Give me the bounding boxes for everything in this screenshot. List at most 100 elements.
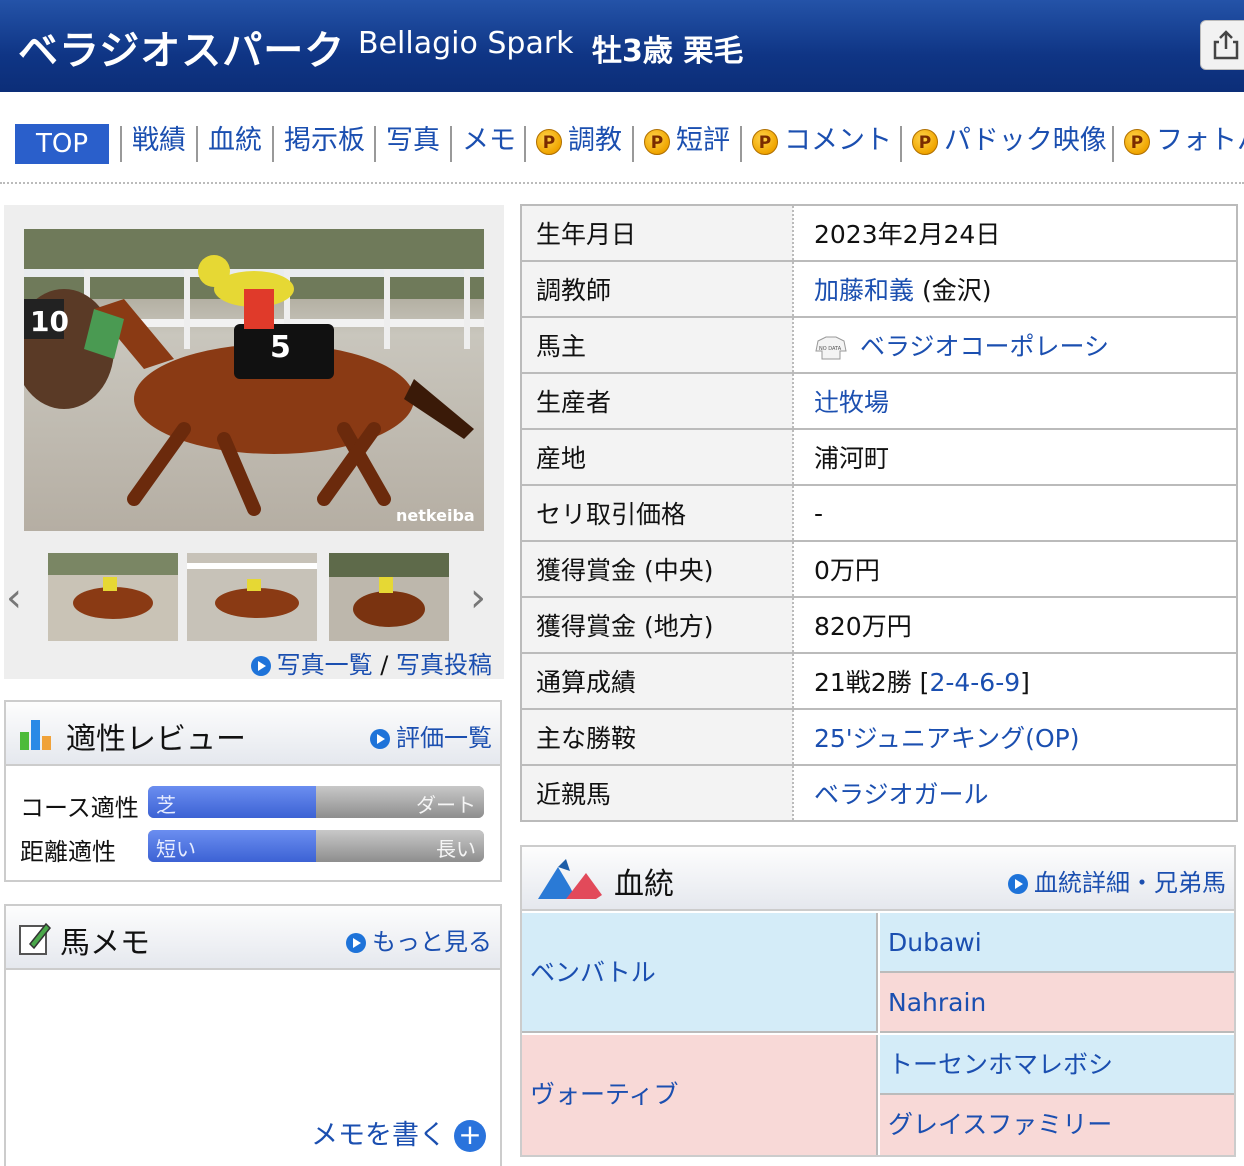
dam-name: ヴォーティブ	[530, 1080, 679, 1109]
tab-separator	[900, 126, 902, 162]
tab-label: パドック映像	[944, 125, 1107, 156]
tab-pedigree[interactable]: 血統	[208, 118, 262, 164]
horse-name: ベラジオスパーク	[18, 28, 346, 74]
tab-label: 調教	[568, 125, 622, 156]
sire-sire-cell[interactable]: Dubawi	[880, 913, 1234, 973]
photo-panel: 10 5 netkeiba ‹ › 写真一覧 / 写真投稿	[4, 205, 504, 679]
tab-photos[interactable]: 写真	[386, 118, 440, 164]
tab-short-review[interactable]: P 短評	[644, 118, 730, 164]
horse-header: ベラジオスパーク Bellagio Spark 牡3歳 栗毛	[0, 0, 1244, 92]
more-link[interactable]: もっと見る	[346, 922, 492, 957]
auction-label: セリ取引価格	[521, 485, 794, 542]
course-aptitude-label: コース適性	[20, 794, 139, 822]
record-detail-link[interactable]: 2-4-6-9	[929, 668, 1020, 697]
dam-dam-name: グレイスファミリー	[888, 1110, 1113, 1139]
share-icon	[1213, 30, 1239, 60]
table-row: 獲得賞金 (地方) 820万円	[521, 597, 1237, 654]
photo-post-link[interactable]: 写真投稿	[396, 651, 492, 679]
table-row: 産地 浦河町	[521, 429, 1237, 486]
record-value: 21戦2勝 [2-4-6-9]	[793, 653, 1237, 710]
bracket-open: [	[919, 668, 930, 697]
distance-right-label: 長い	[436, 837, 476, 861]
aptitude-title: 適性レビュー	[66, 722, 246, 757]
photo-thumbnail[interactable]	[48, 553, 178, 641]
photo-watermark: netkeiba	[396, 506, 475, 525]
dam-sire-cell[interactable]: トーセンホマレボシ	[880, 1035, 1234, 1095]
table-row: 馬主 NO DATA ベラジオコーポレーシ	[521, 317, 1237, 374]
record-summary: 21戦2勝	[814, 668, 912, 697]
sire-dam-cell[interactable]: Nahrain	[880, 973, 1234, 1033]
tab-comment[interactable]: P コメント	[752, 118, 892, 164]
photo-thumbnail[interactable]	[329, 553, 449, 641]
dam-dam-cell[interactable]: グレイスファミリー	[880, 1095, 1234, 1155]
distance-aptitude-bar: 短い 長い	[148, 830, 484, 862]
tab-board[interactable]: 掲示板	[284, 118, 365, 164]
sire-name: ベンバトル	[530, 958, 656, 987]
rating-list-link[interactable]: 評価一覧	[370, 718, 492, 753]
photo-thumbnail[interactable]	[187, 553, 317, 641]
prize-central-label: 獲得賞金 (中央)	[521, 541, 794, 598]
sire-cell[interactable]: ベンバトル	[522, 913, 878, 1033]
course-left-label: 芝	[156, 793, 176, 817]
tab-label: コメント	[784, 125, 892, 156]
arrow-bullet-icon	[370, 729, 390, 749]
pedigree-detail-link[interactable]: 血統詳細・兄弟馬	[1008, 863, 1226, 898]
horse-name-english: Bellagio Spark	[358, 26, 574, 61]
horse-tabs: TOP 戦績 血統 掲示板 写真 メモ P 調教 P 短評 P コメント P パドック映…	[0, 118, 1244, 168]
tab-training[interactable]: P 調教	[536, 118, 622, 164]
silks-no-data-text: NO DATA	[819, 346, 842, 352]
main-win-link[interactable]: 25'ジュニアキング(OP)	[814, 724, 1079, 753]
tab-separator	[524, 126, 526, 162]
tab-separator	[196, 126, 198, 162]
table-row: 主な勝鞍 25'ジュニアキング(OP)	[521, 709, 1237, 766]
tab-separator	[374, 126, 376, 162]
panel-header: 血統 血統詳細・兄弟馬	[522, 847, 1234, 911]
trainer-label: 調教師	[521, 261, 794, 318]
relatives-label: 近親馬	[521, 765, 794, 822]
tab-results[interactable]: 戦績	[132, 118, 186, 164]
divider	[0, 182, 1244, 184]
table-row: 調教師 加藤和義 (金沢)	[521, 261, 1237, 318]
horse-attributes: 牡3歳 栗毛	[592, 34, 744, 69]
prize-local-label: 獲得賞金 (地方)	[521, 597, 794, 654]
premium-p-icon: P	[912, 128, 938, 155]
owner-value: NO DATA ベラジオコーポレーシ	[793, 317, 1237, 374]
share-button[interactable]	[1200, 20, 1244, 70]
tab-label: 短評	[676, 125, 730, 156]
origin-label: 産地	[521, 429, 794, 486]
bracket-close: ]	[1020, 668, 1030, 697]
distance-left-label: 短い	[156, 837, 196, 861]
tab-memo[interactable]: メモ	[462, 118, 516, 164]
tab-top[interactable]: TOP	[15, 124, 109, 164]
tab-photo-paddock[interactable]: Pフォトパ	[1124, 118, 1244, 164]
photo-list-link[interactable]: 写真一覧	[277, 651, 373, 679]
relatives-link[interactable]: ベラジオガール	[814, 780, 989, 809]
sire-sire-name: Dubawi	[888, 928, 982, 957]
chevron-left-icon[interactable]: ‹	[6, 575, 22, 621]
owner-label: 馬主	[521, 317, 794, 374]
owner-link[interactable]: ベラジオコーポレーシ	[860, 332, 1109, 361]
prize-local-value: 820万円	[793, 597, 1237, 654]
horse-main-photo[interactable]: 10 5 netkeiba	[24, 229, 484, 531]
premium-p-icon: P	[536, 128, 562, 155]
write-memo-button[interactable]: メモを書く +	[311, 1113, 486, 1152]
trainer-affiliation: (金沢)	[921, 276, 992, 305]
table-row: 獲得賞金 (中央) 0万円	[521, 541, 1237, 598]
dam-cell[interactable]: ヴォーティブ	[522, 1035, 878, 1155]
birth-value: 2023年2月24日	[793, 205, 1237, 262]
horse-memo-panel: 馬メモ もっと見る メモを書く +	[4, 904, 502, 1166]
breeder-link[interactable]: 辻牧場	[814, 388, 889, 417]
main-win-value: 25'ジュニアキング(OP)	[793, 709, 1237, 766]
tab-separator	[632, 126, 634, 162]
table-row: 生年月日 2023年2月24日	[521, 205, 1237, 262]
dam-sire-name: トーセンホマレボシ	[888, 1050, 1114, 1079]
tab-separator	[1112, 126, 1114, 162]
tab-separator	[272, 126, 274, 162]
trainer-value: 加藤和義 (金沢)	[793, 261, 1237, 318]
tab-paddock-video[interactable]: P パドック映像	[912, 118, 1107, 164]
chevron-right-icon[interactable]: ›	[470, 575, 486, 621]
table-row: 生産者 辻牧場	[521, 373, 1237, 430]
bar-chart-icon	[20, 720, 51, 750]
trainer-link[interactable]: 加藤和義	[814, 276, 914, 305]
birth-label: 生年月日	[521, 205, 794, 262]
